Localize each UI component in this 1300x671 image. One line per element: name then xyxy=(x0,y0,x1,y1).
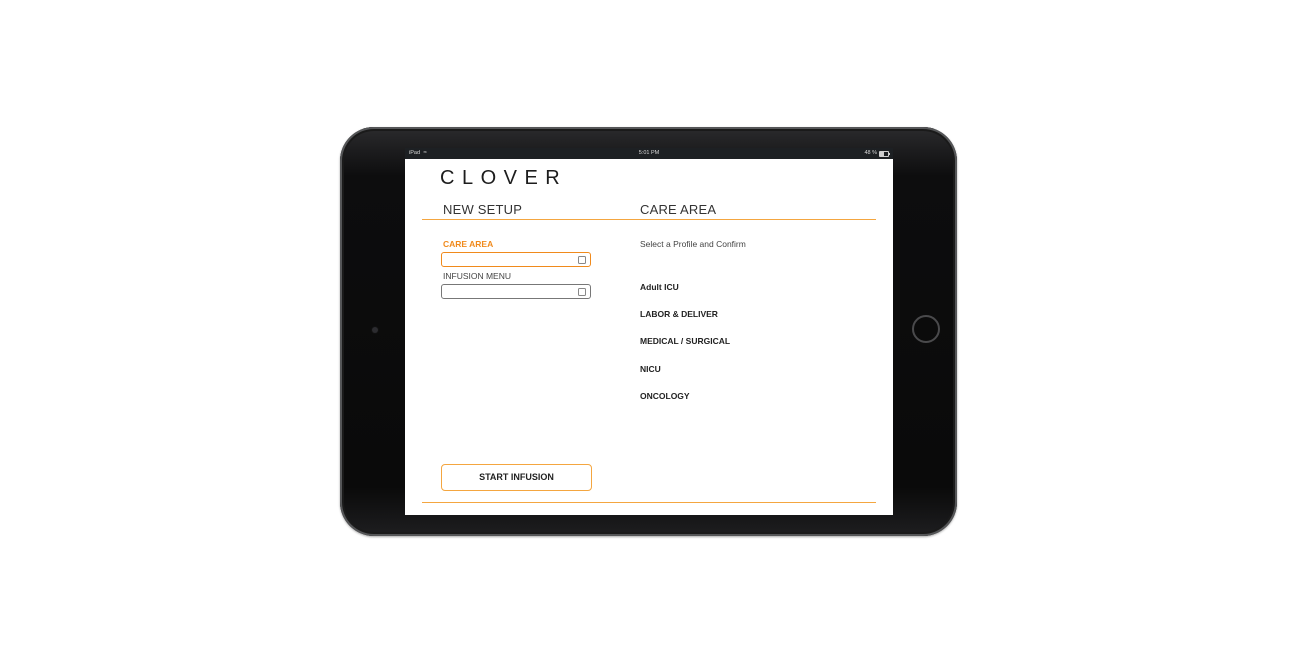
battery-icon xyxy=(879,150,890,157)
screen: iPad ≈ 5:01 PM 48 % CLOVER NEW SETUP CAR… xyxy=(405,148,893,515)
stage: iPad ≈ 5:01 PM 48 % CLOVER NEW SETUP CAR… xyxy=(0,0,1300,671)
status-time: 5:01 PM xyxy=(638,150,660,156)
status-bar: iPad ≈ 5:01 PM 48 % xyxy=(405,148,893,159)
camera-icon xyxy=(372,327,378,333)
battery-percent: 48 % xyxy=(864,150,877,156)
profile-list: Adult ICU LABOR & DELIVER MEDICAL / SURG… xyxy=(640,282,730,418)
care-area-select[interactable] xyxy=(441,252,591,267)
start-infusion-button[interactable]: START INFUSION xyxy=(441,464,592,491)
checkbox-icon xyxy=(578,287,586,296)
infusion-menu-select[interactable] xyxy=(441,284,591,299)
checkbox-icon xyxy=(578,255,586,264)
care-area-title: CARE AREA xyxy=(640,202,717,217)
new-setup-title: NEW SETUP xyxy=(443,202,523,217)
profile-item-labor-deliver[interactable]: LABOR & DELIVER xyxy=(640,309,730,336)
profile-item-oncology[interactable]: ONCOLOGY xyxy=(640,391,730,418)
profile-item-medical-surgical[interactable]: MEDICAL / SURGICAL xyxy=(640,336,730,363)
care-area-label: CARE AREA xyxy=(443,239,494,249)
header-divider xyxy=(422,219,876,220)
profile-item-nicu[interactable]: NICU xyxy=(640,364,730,391)
home-button[interactable] xyxy=(912,315,940,343)
status-right: 48 % xyxy=(864,148,890,159)
infusion-menu-label: INFUSION MENU xyxy=(443,271,511,281)
app-logo: CLOVER xyxy=(440,167,568,189)
profile-item-adult-icu[interactable]: Adult ICU xyxy=(640,282,730,309)
instruction-text: Select a Profile and Confirm xyxy=(640,239,746,249)
footer-divider xyxy=(422,502,876,503)
